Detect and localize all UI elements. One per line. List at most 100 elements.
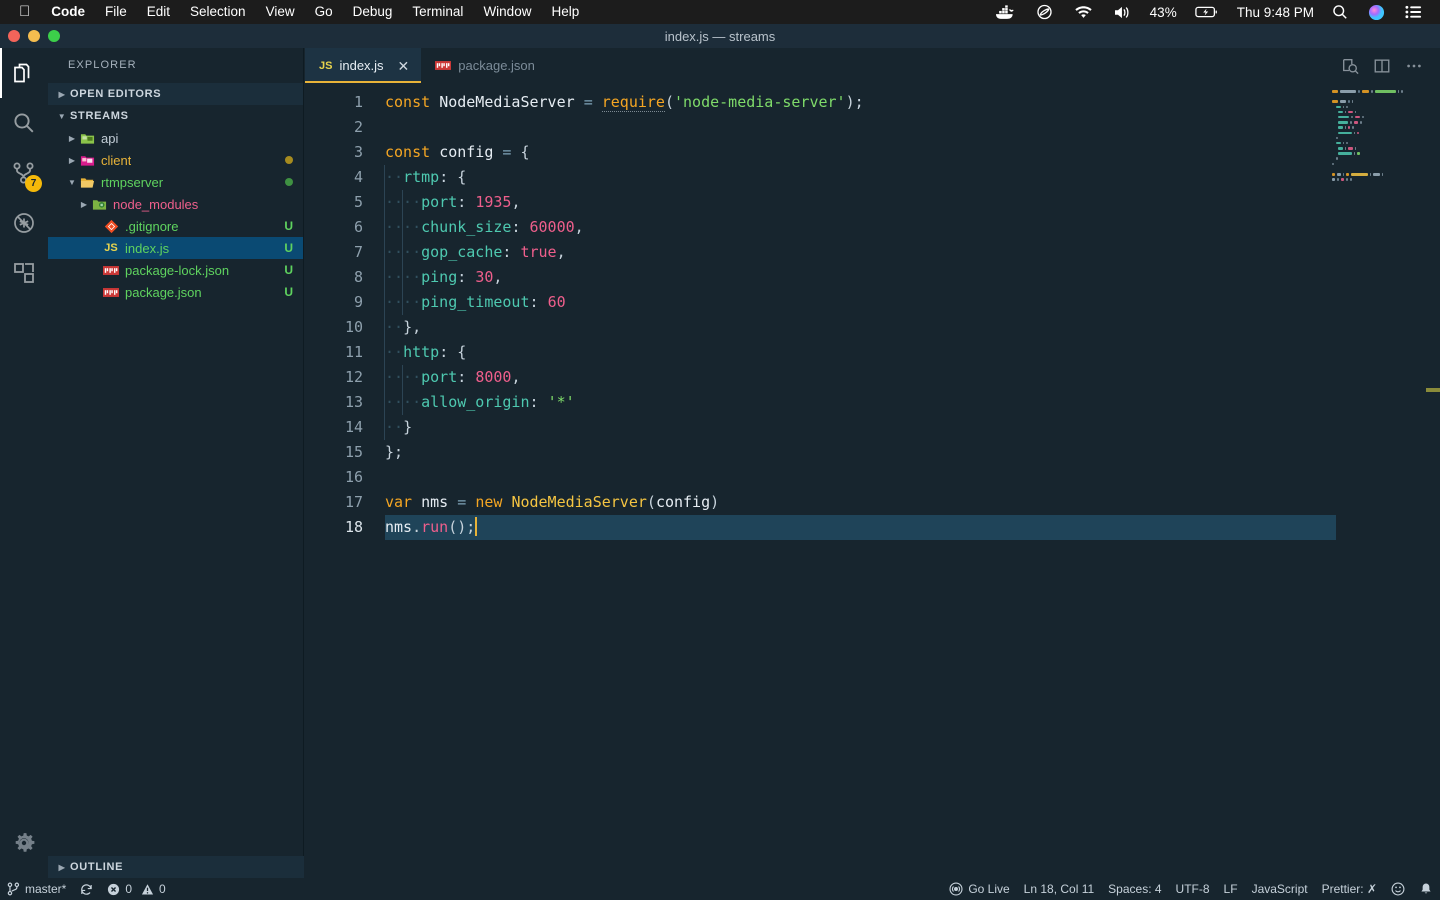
- code-line[interactable]: 5 ····port: 1935,: [305, 190, 1440, 215]
- activity-item-extensions[interactable]: [0, 248, 48, 298]
- menubar-clock[interactable]: Thu 9:48 PM: [1229, 5, 1322, 20]
- minimize-button[interactable]: [28, 30, 40, 42]
- minimap[interactable]: [1332, 90, 1424, 210]
- bell-icon[interactable]: [1412, 878, 1440, 900]
- battery-charging-icon[interactable]: [1185, 0, 1229, 24]
- status-bar-right: Go Live Ln 18, Col 11 Spaces: 4 UTF-8 LF…: [942, 878, 1440, 900]
- line-number: 2: [353, 118, 363, 136]
- section-outline[interactable]: ▶ OUTLINE: [48, 856, 304, 878]
- minimap-line: [1332, 115, 1424, 120]
- code-line[interactable]: 18 nms.run();: [305, 515, 1440, 540]
- status-go-live[interactable]: Go Live: [942, 878, 1016, 900]
- code-content[interactable]: 1 const NodeMediaServer = require('node-m…: [305, 83, 1440, 540]
- creative-cloud-icon[interactable]: [1025, 0, 1064, 24]
- code-line[interactable]: 8 ····ping: 30,: [305, 265, 1440, 290]
- tree-item-client[interactable]: ▶ client: [48, 149, 303, 171]
- section-open-editors[interactable]: ▶ OPEN EDITORS: [48, 83, 303, 105]
- section-streams[interactable]: ▼ STREAMS: [48, 105, 303, 127]
- code-line[interactable]: 14 ··}: [305, 415, 1440, 440]
- siri-icon[interactable]: [1358, 0, 1395, 24]
- code-line[interactable]: 12 ····port: 8000,: [305, 365, 1440, 390]
- apple-icon[interactable]: : [8, 4, 41, 21]
- activity-item-search[interactable]: [0, 98, 48, 148]
- code-line[interactable]: 17 var nms = new NodeMediaServer(config): [305, 490, 1440, 515]
- chevron-right-icon[interactable]: ▶: [66, 134, 78, 143]
- js-file-icon: JS: [319, 59, 333, 72]
- more-actions-icon[interactable]: [1400, 48, 1428, 83]
- activity-item-debug[interactable]: [0, 198, 48, 248]
- volume-icon[interactable]: [1103, 0, 1142, 24]
- tree-item-package-lock-json[interactable]: package-lock.json U: [48, 259, 303, 281]
- activity-item-source-control[interactable]: 7: [0, 148, 48, 198]
- close-icon[interactable]: ✕: [398, 59, 410, 73]
- chevron-right-icon[interactable]: ▶: [66, 156, 78, 165]
- code-line[interactable]: 2: [305, 115, 1440, 140]
- open-preview-icon[interactable]: [1336, 48, 1364, 83]
- status-indentation[interactable]: Spaces: 4: [1101, 878, 1168, 900]
- minimap-line: [1332, 157, 1424, 161]
- menu-item-help[interactable]: Help: [541, 0, 589, 24]
- line-number: 11: [344, 343, 363, 361]
- code-line-text: ····port: 1935,: [383, 190, 520, 215]
- code-line[interactable]: 3 const config = {: [305, 140, 1440, 165]
- menu-item-edit[interactable]: Edit: [137, 0, 180, 24]
- status-branch[interactable]: master*: [0, 878, 73, 900]
- close-button[interactable]: [8, 30, 20, 42]
- activity-item-explorer[interactable]: [0, 48, 48, 98]
- status-problems[interactable]: 0 0: [100, 878, 172, 900]
- status-prettier[interactable]: Prettier: ✗: [1315, 878, 1384, 900]
- spotlight-search-icon[interactable]: [1322, 0, 1358, 24]
- control-center-icon[interactable]: [1395, 0, 1432, 24]
- code-line[interactable]: 6 ····chunk_size: 60000,: [305, 215, 1440, 240]
- code-line[interactable]: 7 ····gop_cache: true,: [305, 240, 1440, 265]
- menu-item-code[interactable]: Code: [41, 0, 95, 24]
- code-line[interactable]: 13 ····allow_origin: '*': [305, 390, 1440, 415]
- editor-tab-package-json[interactable]: package.json: [421, 48, 547, 83]
- code-line[interactable]: 15};: [305, 440, 1440, 465]
- status-cursor-position[interactable]: Ln 18, Col 11: [1017, 878, 1102, 900]
- tree-item-api[interactable]: ▶ api: [48, 127, 303, 149]
- tree-item-label: index.js: [125, 240, 170, 256]
- status-sync[interactable]: [73, 878, 100, 900]
- tree-item-package-json[interactable]: package.json U: [48, 281, 303, 303]
- tree-item-rtmpserver[interactable]: ▼ rtmpserver: [48, 171, 303, 193]
- code-line[interactable]: 1 const NodeMediaServer = require('node-m…: [305, 90, 1440, 115]
- code-line[interactable]: 16: [305, 465, 1440, 490]
- menu-item-terminal[interactable]: Terminal: [402, 0, 473, 24]
- wifi-icon[interactable]: [1064, 0, 1103, 24]
- smiley-icon[interactable]: [1384, 878, 1412, 900]
- code-line-text: ··}: [383, 415, 412, 440]
- code-line[interactable]: 9 ····ping_timeout: 60: [305, 290, 1440, 315]
- line-number: 5: [353, 193, 363, 211]
- code-line[interactable]: 11 ··http: {: [305, 340, 1440, 365]
- menu-item-file[interactable]: File: [95, 0, 137, 24]
- menu-item-debug[interactable]: Debug: [343, 0, 403, 24]
- code-canvas[interactable]: 1 const NodeMediaServer = require('node-m…: [305, 83, 1440, 878]
- tree-item-gitignore[interactable]: .gitignore U: [48, 215, 303, 237]
- menu-item-window[interactable]: Window: [473, 0, 541, 24]
- line-number: 10: [344, 318, 363, 336]
- split-editor-icon[interactable]: [1368, 48, 1396, 83]
- folder-change-dot: [285, 156, 293, 164]
- menu-item-selection[interactable]: Selection: [180, 0, 256, 24]
- project-label: STREAMS: [70, 110, 129, 122]
- chevron-down-icon[interactable]: ▼: [66, 178, 78, 187]
- zoom-button[interactable]: [48, 30, 60, 42]
- menu-item-view[interactable]: View: [256, 0, 305, 24]
- code-line[interactable]: 10 ··},: [305, 315, 1440, 340]
- code-line[interactable]: 4 ··rtmp: {: [305, 165, 1440, 190]
- status-eol[interactable]: LF: [1217, 878, 1245, 900]
- editor-tab-index-js[interactable]: JS index.js ✕: [305, 48, 422, 83]
- line-number: 4: [353, 168, 363, 186]
- gear-icon[interactable]: [0, 818, 48, 868]
- menu-item-go[interactable]: Go: [305, 0, 343, 24]
- chevron-right-icon[interactable]: ▶: [78, 200, 90, 209]
- docker-icon[interactable]: [986, 0, 1025, 24]
- tree-item-node-modules[interactable]: ▶ node_modules: [48, 193, 303, 215]
- status-encoding[interactable]: UTF-8: [1169, 878, 1217, 900]
- window-title-bar: index.js — streams: [0, 24, 1440, 48]
- status-language-mode[interactable]: JavaScript: [1245, 878, 1315, 900]
- npm-file-icon: [102, 265, 120, 275]
- tree-item-index-js[interactable]: JS index.js U: [48, 237, 303, 259]
- minimap-line: [1332, 173, 1424, 177]
